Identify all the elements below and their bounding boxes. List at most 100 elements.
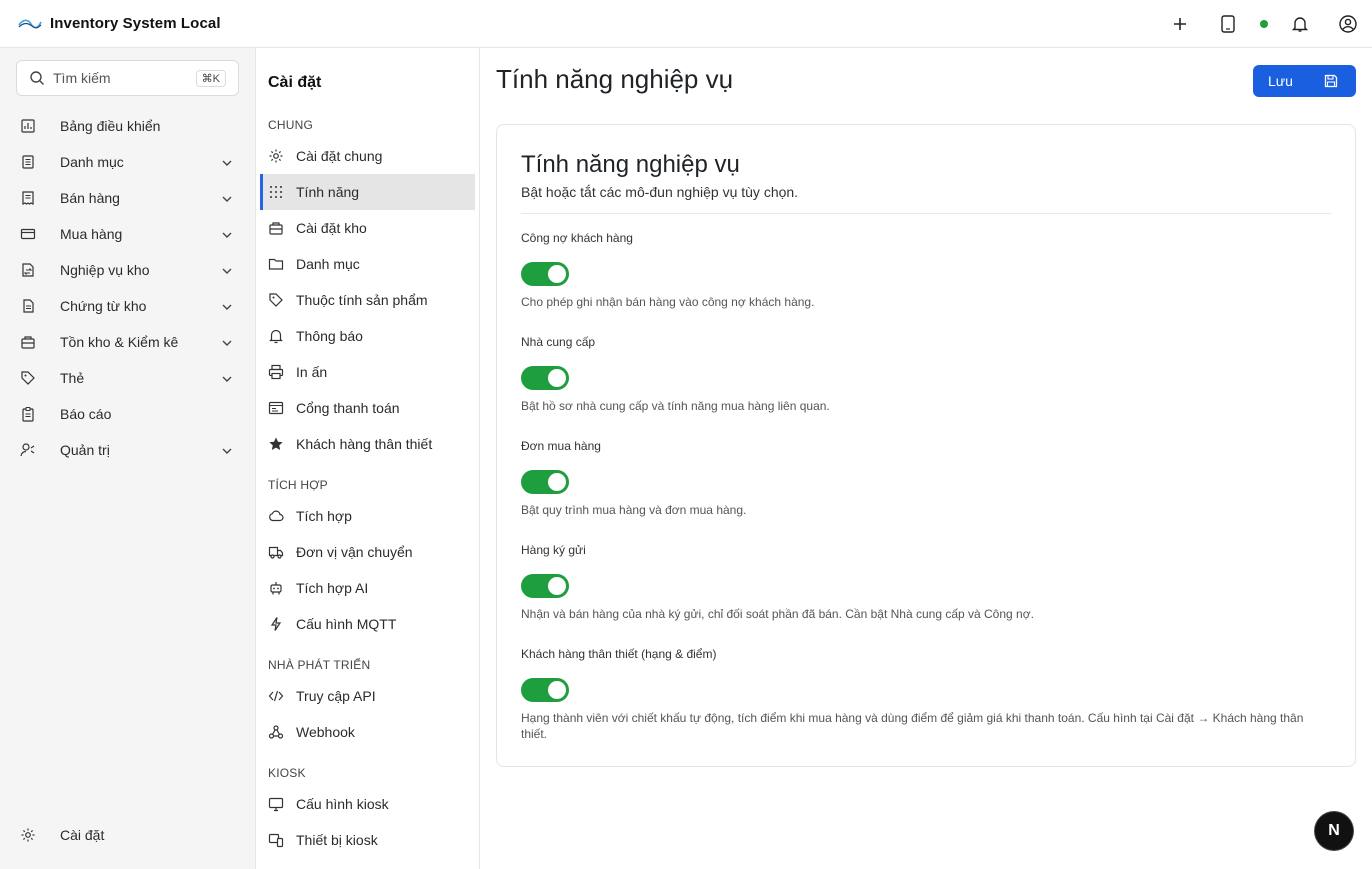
settings-item-general[interactable]: Cài đặt chung [260, 138, 475, 174]
feature-label-loyalty: Khách hàng thân thiết (hạng & điểm) [521, 647, 717, 661]
chevron-down-icon [222, 376, 232, 382]
sidebar-item-warehouse-operations[interactable]: Nghiệp vụ kho [0, 252, 255, 288]
nextjs-dev-button[interactable]: N [1315, 812, 1353, 850]
settings-item-features[interactable]: Tính năng [260, 174, 475, 210]
gear-icon [269, 149, 283, 163]
document-icon [23, 299, 34, 313]
search-input[interactable]: Tìm kiếm [53, 70, 111, 86]
sidebar-item-label: Mua hàng [60, 226, 123, 242]
chevron-down-icon [222, 232, 232, 238]
tag-icon [21, 371, 35, 385]
toggle-consignment[interactable] [521, 574, 569, 598]
settings-item-mqtt[interactable]: Cấu hình MQTT [260, 606, 475, 642]
group-label-integrations: TÍCH HỢP [268, 478, 328, 492]
settings-item-shipping-carriers[interactable]: Đơn vị vận chuyển [260, 534, 475, 570]
add-button[interactable] [1168, 12, 1192, 36]
settings-item-product-attributes[interactable]: Thuộc tính sản phẩm [260, 282, 475, 318]
toggle-purchase-orders[interactable] [521, 470, 569, 494]
user-menu-button[interactable] [1336, 12, 1360, 36]
sidebar-item-label: Cài đặt [60, 827, 105, 843]
sidebar-item-tags[interactable]: Thẻ [0, 360, 255, 396]
toggle-knob [548, 681, 566, 699]
sidebar-item-purchasing[interactable]: Mua hàng [0, 216, 255, 252]
settings-item-notifications[interactable]: Thông báo [260, 318, 475, 354]
settings-item-kiosk-config[interactable]: Cấu hình kiosk [260, 786, 475, 822]
settings-item-categories[interactable]: Danh mục [260, 246, 475, 282]
sidebar-item-administration[interactable]: Quản trị [0, 432, 255, 468]
feature-label-consignment: Hàng ký gửi [521, 543, 586, 557]
bell-icon [269, 329, 283, 344]
feature-label-purchase-orders: Đơn mua hàng [521, 439, 601, 453]
app-title: Inventory System Local [50, 15, 221, 32]
settings-item-label: Thuộc tính sản phẩm [296, 292, 428, 308]
dashboard-icon [21, 119, 35, 133]
sidebar-item-label: Quản trị [60, 442, 110, 458]
feature-label-customer-debt: Công nợ khách hàng [521, 231, 633, 245]
settings-item-ai-integration[interactable]: Tích hợp AI [260, 570, 475, 606]
status-online-dot [1260, 20, 1268, 28]
settings-item-label: Truy cập API [296, 688, 376, 704]
toggle-knob [548, 473, 566, 491]
truck-icon [268, 546, 284, 559]
receipt-icon [22, 191, 34, 205]
monitor-icon [268, 797, 284, 812]
settings-item-label: Thông báo [296, 328, 363, 344]
brand[interactable]: Inventory System Local [18, 15, 221, 32]
sidebar-item-label: Thẻ [60, 370, 85, 386]
sidebar-item-settings[interactable]: Cài đặt [0, 817, 255, 853]
toggle-loyalty[interactable] [521, 678, 569, 702]
sidebar-item-warehouse-documents[interactable]: Chứng từ kho [0, 288, 255, 324]
settings-item-kiosk-devices[interactable]: Thiết bị kiosk [260, 822, 475, 858]
clipboard-icon [22, 406, 34, 422]
app-logo-icon [18, 19, 42, 28]
toggle-customer-debt[interactable] [521, 262, 569, 286]
feature-label-suppliers: Nhà cung cấp [521, 335, 596, 349]
sidebar-item-sales[interactable]: Bán hàng [0, 180, 255, 216]
settings-item-label: Cài đặt chung [296, 148, 383, 164]
lightning-icon [270, 617, 282, 631]
settings-item-printing[interactable]: In ấn [260, 354, 475, 390]
settings-item-warehouse[interactable]: Cài đặt kho [260, 210, 475, 246]
main-sidebar: Tìm kiếm ⌘K Bảng điều khiển Danh mục Bán… [0, 48, 256, 869]
warehouse-icon [269, 222, 283, 235]
grid-dots-icon [270, 186, 282, 198]
sidebar-item-categories[interactable]: Danh mục [0, 144, 255, 180]
settings-item-integrations[interactable]: Tích hợp [260, 498, 475, 534]
notifications-button[interactable] [1288, 12, 1312, 36]
sidebar-item-dashboard[interactable]: Bảng điều khiển [0, 108, 255, 144]
feature-description: Bật quy trình mua hàng và đơn mua hàng. [521, 503, 747, 517]
settings-item-payment-gateway[interactable]: Cổng thanh toán [260, 390, 475, 426]
save-button[interactable]: Lưu [1253, 65, 1356, 97]
group-label-kiosk: KIOSK [268, 766, 306, 780]
user-settings-icon [20, 443, 35, 457]
features-card: Tính năng nghiệp vụ Bật hoặc tắt các mô-… [496, 124, 1356, 767]
settings-item-label: Tích hợp [296, 508, 352, 524]
code-icon [268, 690, 284, 702]
settings-item-label: Cấu hình MQTT [296, 616, 397, 632]
sidebar-item-inventory[interactable]: Tồn kho & Kiểm kê [0, 324, 255, 360]
page-title: Tính năng nghiệp vụ [496, 64, 734, 94]
settings-item-webhook[interactable]: Webhook [260, 714, 475, 750]
settings-item-label: Cài đặt kho [296, 220, 367, 236]
settings-item-label: Cấu hình kiosk [296, 796, 389, 812]
robot-icon [270, 582, 282, 595]
chevron-down-icon [222, 268, 232, 274]
settings-item-api-access[interactable]: Truy cập API [260, 678, 475, 714]
sidebar-item-reports[interactable]: Báo cáo [0, 396, 255, 432]
search-box[interactable]: Tìm kiếm ⌘K [16, 60, 239, 96]
gear-icon [21, 828, 35, 842]
star-icon [269, 437, 283, 450]
sidebar-item-label: Bán hàng [60, 190, 120, 206]
sidebar-item-label: Báo cáo [60, 406, 112, 422]
main-content: Tính năng nghiệp vụ Lưu Tính năng nghiệp… [480, 48, 1372, 869]
top-bar: Inventory System Local [0, 0, 1372, 48]
payment-gateway-icon [268, 401, 284, 415]
toggle-suppliers[interactable] [521, 366, 569, 390]
chevron-down-icon [222, 196, 232, 202]
tablet-button[interactable] [1216, 12, 1240, 36]
settings-item-loyalty[interactable]: Khách hàng thân thiết [260, 426, 475, 462]
settings-item-label: Khách hàng thân thiết [296, 436, 433, 452]
warehouse-icon [21, 336, 35, 349]
fab-letter: N [1328, 822, 1340, 839]
toggle-knob [548, 265, 566, 283]
